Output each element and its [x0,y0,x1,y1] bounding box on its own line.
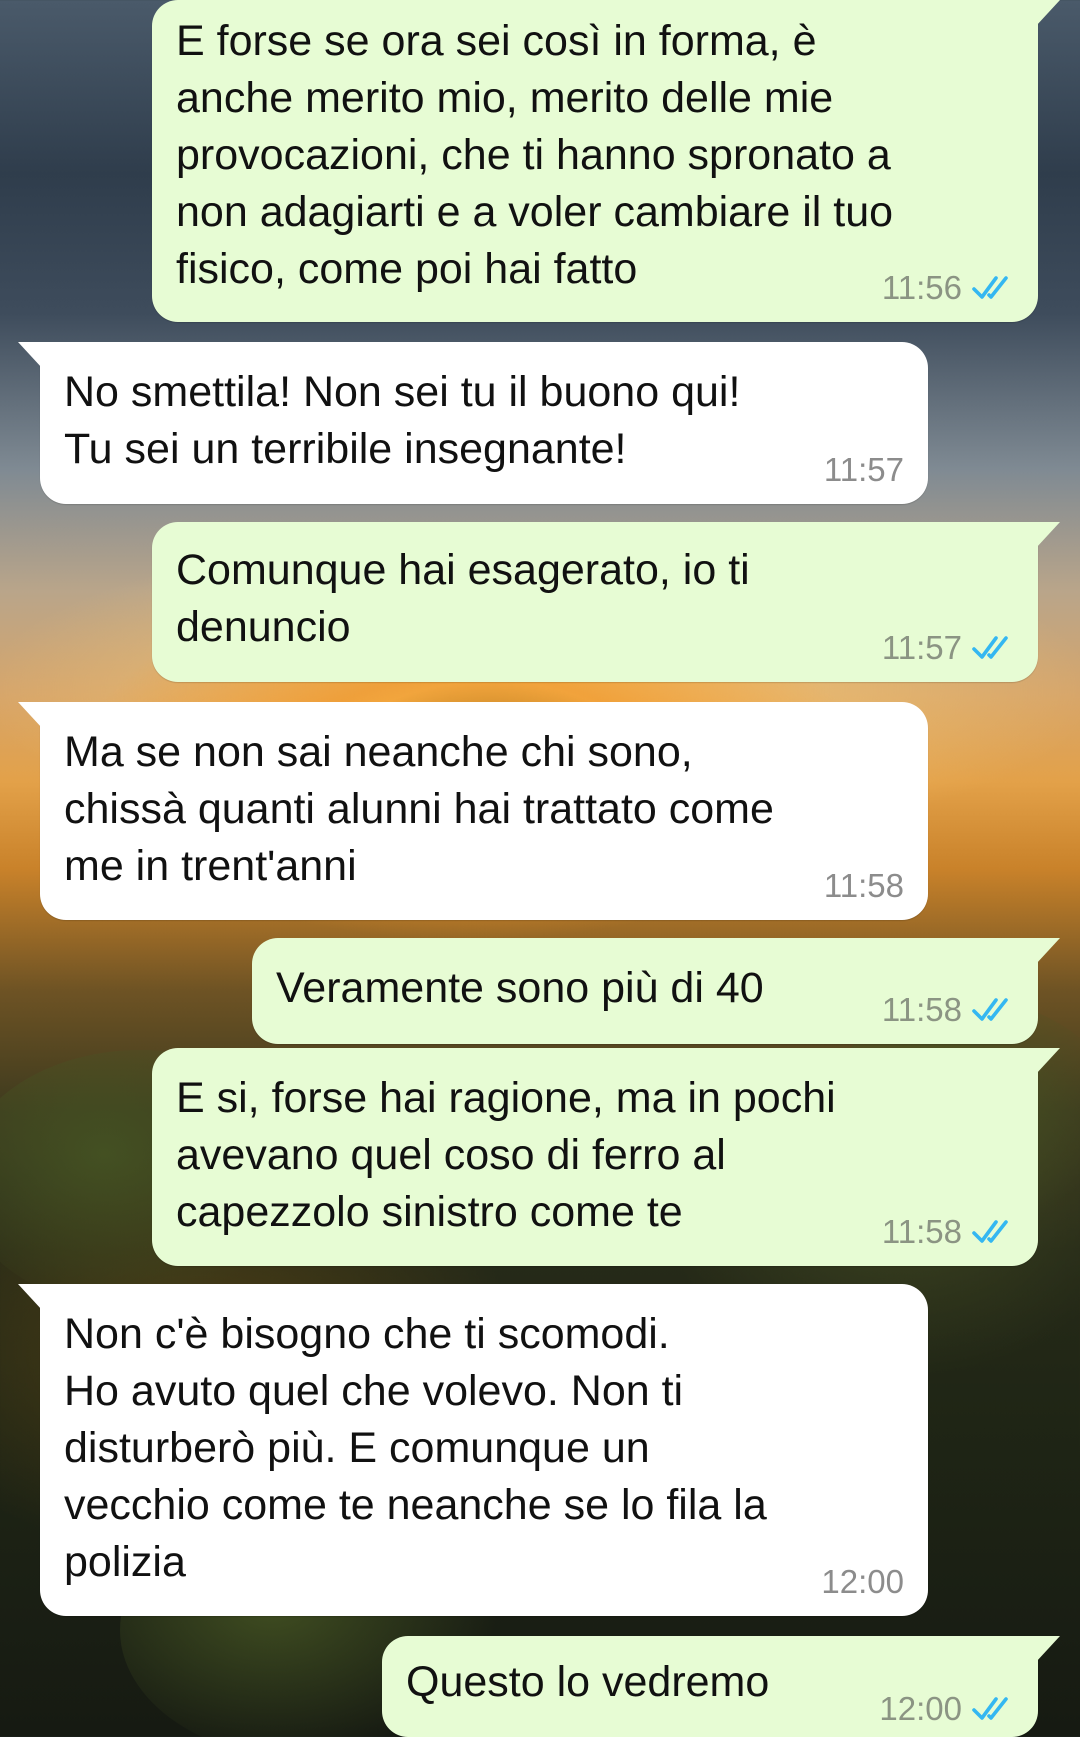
double-check-icon [972,998,1008,1021]
message-time: 12:00 [879,1690,962,1727]
message-bubble-outgoing[interactable]: Questo lo vedremo 12:00 [382,1636,1060,1737]
message-bubble-incoming[interactable]: No smettila! Non sei tu il buono qui! Tu… [18,342,928,504]
double-check-icon [972,636,1008,659]
message-meta: 12:00 [879,1689,1014,1729]
chat-thread[interactable]: E forse se ora sei così in forma, è anch… [0,0,1080,1737]
message-text: Veramente sono più di 40 [276,964,764,1012]
message-meta: 12:00 [821,1562,904,1602]
message-text: E si, forse hai ragione, ma in pochi ave… [176,1074,836,1236]
message-time: 11:58 [823,867,904,904]
message-meta: 11:57 [882,628,1014,668]
message-text: Ma se non sai neanche chi sono, chissà q… [64,728,774,890]
message-text: No smettila! Non sei tu il buono qui! Tu… [64,368,741,473]
double-check-icon [972,276,1008,299]
message-time: 11:56 [881,269,962,306]
message-meta: 11:56 [882,268,1014,308]
message-time: 11:57 [881,629,962,666]
double-check-icon [972,1697,1008,1720]
message-bubble-incoming[interactable]: Ma se non sai neanche chi sono, chissà q… [18,702,928,920]
message-text: Questo lo vedremo [406,1658,770,1706]
message-time: 11:57 [823,451,904,488]
message-text: Non c'è bisogno che ti scomodi. Ho avuto… [64,1310,767,1586]
message-text: E forse se ora sei così in forma, è anch… [176,17,894,293]
message-bubble-incoming[interactable]: Non c'è bisogno che ti scomodi. Ho avuto… [18,1284,928,1616]
message-meta: 11:58 [824,866,904,906]
message-text: Comunque hai esagerato, io ti denuncio [176,546,750,651]
message-bubble-outgoing[interactable]: E forse se ora sei così in forma, è anch… [152,0,1060,322]
message-meta: 11:58 [882,990,1014,1030]
message-bubble-outgoing[interactable]: Comunque hai esagerato, io ti denuncio 1… [152,522,1060,682]
message-bubble-outgoing[interactable]: Veramente sono più di 40 11:58 [252,938,1060,1044]
double-check-icon [972,1220,1008,1243]
message-time: 11:58 [881,1213,962,1250]
message-meta: 11:58 [882,1212,1014,1252]
message-time: 11:58 [881,991,962,1028]
message-time: 12:00 [821,1563,904,1600]
message-bubble-outgoing[interactable]: E si, forse hai ragione, ma in pochi ave… [152,1048,1060,1266]
message-meta: 11:57 [824,450,904,490]
